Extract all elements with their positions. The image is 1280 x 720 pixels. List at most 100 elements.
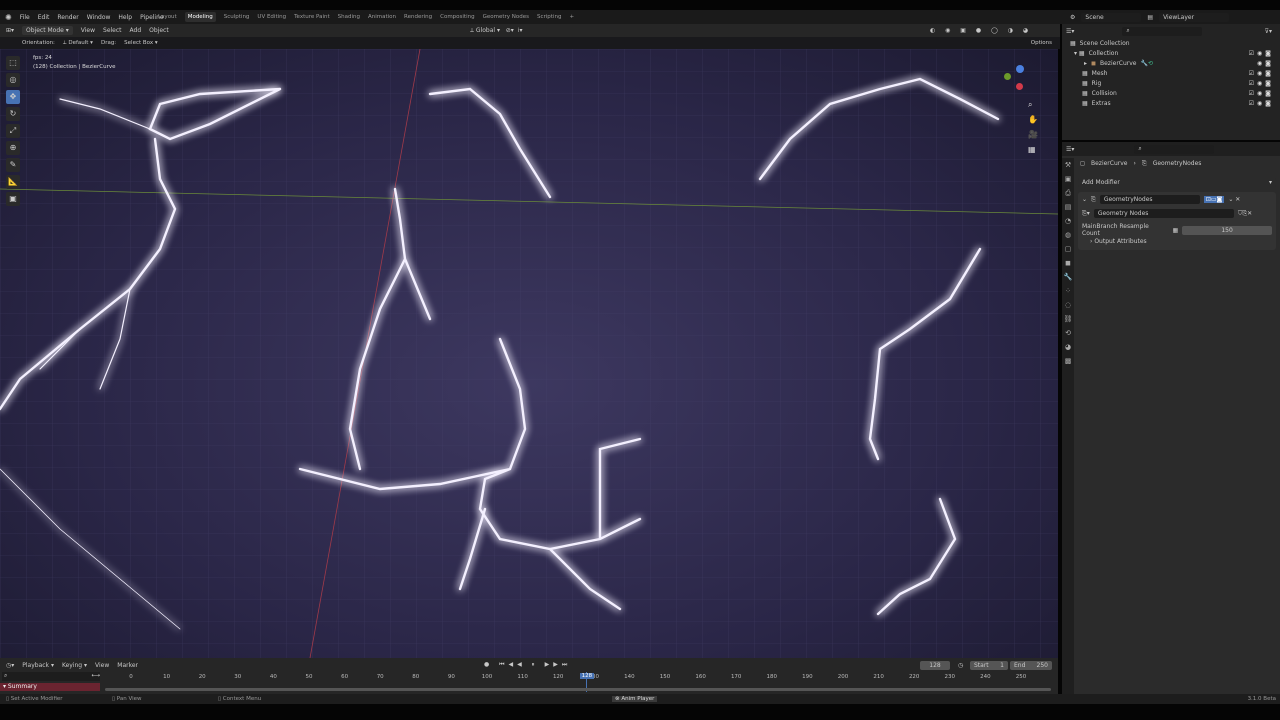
outliner-item[interactable]: ▦ Rig ☑◉◙ xyxy=(1062,78,1280,88)
navigation-gizmo[interactable]: ⌕ ✋ 🎥 ▦ xyxy=(1004,61,1044,161)
menu-help[interactable]: Help xyxy=(118,14,132,21)
workspace-tab[interactable]: Animation xyxy=(368,14,396,20)
scale-tool-icon[interactable]: ⤢ xyxy=(6,124,20,138)
display-mode-icon[interactable]: ☰▾ xyxy=(1066,28,1074,35)
collection-tab-icon[interactable]: ▢ xyxy=(1062,242,1074,256)
workspace-tab[interactable]: Rendering xyxy=(404,14,432,20)
3d-viewport[interactable]: ⌕ ✋ 🎥 ▦ xyxy=(0,49,1058,658)
options-button[interactable]: Options xyxy=(1031,40,1052,46)
resample-count-field[interactable]: 150 xyxy=(1182,225,1273,235)
workspace-tab[interactable]: Layout xyxy=(158,14,177,20)
workspace-tab[interactable]: + xyxy=(569,14,574,20)
outliner-search[interactable]: ⌕ xyxy=(1122,26,1203,36)
collapse-icon[interactable]: ⌄ xyxy=(1082,196,1087,203)
select-tool-icon[interactable]: ⬚ xyxy=(6,56,20,70)
node-group-icon[interactable]: ⎘▾ xyxy=(1082,210,1090,218)
viewlayer-selector[interactable]: ViewLayer xyxy=(1159,12,1230,22)
view-layer-tab-icon[interactable]: ▤ xyxy=(1062,200,1074,214)
output-attributes-toggle[interactable]: › Output Attributes xyxy=(1090,238,1147,245)
timeline-search[interactable]: ⌕ ⟷ xyxy=(2,672,100,681)
outliner-item[interactable]: ▾ ▦ Collection ☑◉◙ xyxy=(1062,48,1280,58)
outliner-item[interactable]: ▦ Scene Collection xyxy=(1062,38,1280,48)
attribute-toggle-icon[interactable]: ▦ xyxy=(1172,227,1178,234)
menu-add[interactable]: Add xyxy=(130,27,142,34)
output-tab-icon[interactable]: ⎙ xyxy=(1062,186,1074,200)
workspace-tab[interactable]: Scripting xyxy=(537,14,561,20)
transform-orientation[interactable]: ⟂ Global ▾ ⊘▾ ⁞▾ xyxy=(470,27,522,35)
outliner-item[interactable]: ▦ Collision ☑◉◙ xyxy=(1062,88,1280,98)
blender-logo-icon[interactable]: ✺ xyxy=(5,13,12,22)
view-controls[interactable]: ⌕ ✋ 🎥 ▦ xyxy=(1028,97,1038,157)
gizmo-z-icon[interactable] xyxy=(1016,65,1024,73)
annotate-tool-icon[interactable]: ✎ xyxy=(6,158,20,172)
menu-object[interactable]: Object xyxy=(149,27,169,34)
render-tab-icon[interactable]: ▣ xyxy=(1062,172,1074,186)
particles-tab-icon[interactable]: ⁘ xyxy=(1062,284,1074,298)
visibility-icons[interactable]: ☑◉◙ xyxy=(1249,100,1274,107)
add-cube-tool-icon[interactable]: ▣ xyxy=(6,192,20,206)
summary-channel[interactable]: ▾ Summary xyxy=(0,683,100,691)
playhead-frame-label[interactable]: 128 xyxy=(579,673,595,679)
modifier-tab-icon[interactable]: 🔧 xyxy=(1062,270,1074,284)
timeline[interactable]: ◷▾ Playback ▾ Keying ▾ View Marker ● ⏮◀◀… xyxy=(0,658,1058,694)
properties-search[interactable]: ⌕ xyxy=(1134,144,1215,154)
editor-type-icon[interactable]: ⊞▾ xyxy=(6,27,14,34)
texture-tab-icon[interactable]: ▩ xyxy=(1062,354,1074,368)
data-tab-icon[interactable]: ⟲ xyxy=(1062,326,1074,340)
modifier-name-field[interactable]: GeometryNodes xyxy=(1099,195,1200,204)
node-group-actions[interactable]: ⛉⎘✕ xyxy=(1238,210,1252,218)
workspace-tab[interactable]: Texture Paint xyxy=(294,14,330,20)
workspace-tab[interactable]: Geometry Nodes xyxy=(483,14,529,20)
outliner-item[interactable]: ▦ Mesh ☑◉◙ xyxy=(1062,68,1280,78)
transform-tool-icon[interactable]: ⊕ xyxy=(6,141,20,155)
tool-tab-icon[interactable]: ⚒ xyxy=(1062,158,1074,172)
orientation-dropdown[interactable]: ⟂ Default ▾ xyxy=(63,40,93,47)
outliner-item[interactable]: ▸ ◼ BezierCurve 🔧⟲ ◉◙ xyxy=(1062,58,1280,68)
status-right: ▯ Context Menu xyxy=(218,696,262,702)
rotate-tool-icon[interactable]: ↻ xyxy=(6,107,20,121)
constraints-tab-icon[interactable]: ⛓ xyxy=(1062,312,1074,326)
menu-window[interactable]: Window xyxy=(87,14,111,21)
workspace-tab[interactable]: Modeling xyxy=(184,12,216,22)
visibility-icons[interactable]: ☑◉◙ xyxy=(1249,70,1274,77)
workspace-tab[interactable]: Sculpting xyxy=(224,14,250,20)
menu-render[interactable]: Render xyxy=(57,14,78,21)
menu-edit[interactable]: Edit xyxy=(38,14,50,21)
filter-icon[interactable]: ⊽▾ xyxy=(1265,28,1272,35)
menu-select[interactable]: Select xyxy=(103,27,122,34)
gizmo-x-icon[interactable] xyxy=(1016,83,1023,90)
workspace-tab[interactable]: Shading xyxy=(338,14,360,20)
modifier-menu-icon[interactable]: ⌄ ✕ xyxy=(1228,196,1240,203)
visibility-icons[interactable]: ◉◙ xyxy=(1257,60,1274,67)
move-tool-icon[interactable]: ✥ xyxy=(6,90,20,104)
mode-dropdown[interactable]: Object Mode ▾ xyxy=(22,26,73,35)
object-tab-icon[interactable]: ◼ xyxy=(1062,256,1074,270)
anim-player-button[interactable]: ⊗ Anim Player xyxy=(612,696,658,702)
modifier-visibility-toggles[interactable]: ⊡▭◙ xyxy=(1203,196,1225,203)
drag-dropdown[interactable]: Select Box ▾ xyxy=(124,40,157,46)
editor-type-icon[interactable]: ☰▾ xyxy=(1066,146,1074,153)
visibility-icons[interactable]: ☑◉◙ xyxy=(1249,90,1274,97)
measure-tool-icon[interactable]: 📐 xyxy=(6,175,20,189)
workspace-tab[interactable]: Compositing xyxy=(440,14,474,20)
add-modifier-dropdown[interactable]: Add Modifier ▾ xyxy=(1078,178,1276,187)
visibility-icons[interactable]: ☑◉◙ xyxy=(1249,50,1274,57)
material-tab-icon[interactable]: ◕ xyxy=(1062,340,1074,354)
node-group-field[interactable]: Geometry Nodes xyxy=(1093,209,1234,218)
visibility-icons[interactable]: ☑◉◙ xyxy=(1249,80,1274,87)
menu-view[interactable]: View xyxy=(81,27,95,34)
world-tab-icon[interactable]: ◍ xyxy=(1062,228,1074,242)
properties-tabs: ⚒ ▣ ⎙ ▤ ◔ ◍ ▢ ◼ 🔧 ⁘ ◌ ⛓ ⟲ ◕ ▩ xyxy=(1062,158,1074,694)
status-right-text: Context Menu xyxy=(222,696,262,702)
workspace-tab[interactable]: UV Editing xyxy=(257,14,286,20)
cursor-tool-icon[interactable]: ◎ xyxy=(6,73,20,87)
menu-file[interactable]: File xyxy=(20,14,30,21)
scene-tab-icon[interactable]: ◔ xyxy=(1062,214,1074,228)
outliner: ⚙ Scene ▤ ViewLayer ☰▾ ⌕ ⊽▾ ▦ Scene Coll… xyxy=(1062,10,1280,140)
outliner-item[interactable]: ▦ Extras ☑◉◙ xyxy=(1062,98,1280,108)
gizmo-y-icon[interactable] xyxy=(1004,73,1011,80)
physics-tab-icon[interactable]: ◌ xyxy=(1062,298,1074,312)
timeline-scrollbar[interactable] xyxy=(105,688,1051,691)
shading-buttons[interactable]: ◐ ◉ ▣ ● ◯ ◑ ◕ xyxy=(930,27,1032,34)
scene-selector[interactable]: Scene xyxy=(1081,12,1142,22)
